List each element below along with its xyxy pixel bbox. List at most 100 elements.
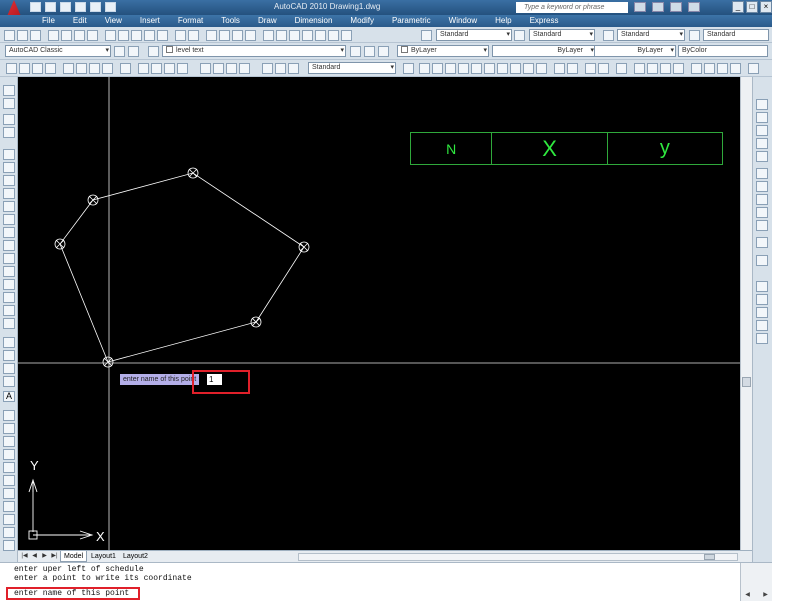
- join-icon[interactable]: [756, 181, 768, 192]
- zoom-window-icon[interactable]: [232, 30, 243, 41]
- markup-icon[interactable]: [315, 30, 326, 41]
- block-editor-icon[interactable]: [157, 30, 168, 41]
- hatch-icon[interactable]: [3, 337, 15, 348]
- pan-side-icon[interactable]: [756, 281, 768, 292]
- linetype-select[interactable]: ByLayer ▾: [492, 45, 596, 57]
- layer-select[interactable]: level text ▾: [162, 45, 346, 57]
- osnap-quadrant-icon[interactable]: [497, 63, 508, 74]
- baseline-dim-icon[interactable]: [138, 63, 149, 74]
- visual-style-icon[interactable]: [730, 63, 741, 74]
- tool-palettes-icon[interactable]: [289, 30, 300, 41]
- multiline-text-icon[interactable]: A: [3, 391, 15, 402]
- menu-file[interactable]: File: [33, 16, 64, 25]
- coordinate-schedule-table[interactable]: N X y: [410, 132, 723, 165]
- zoom-all-icon[interactable]: [756, 320, 768, 331]
- line-icon[interactable]: [3, 149, 15, 160]
- copy-object-icon[interactable]: [3, 423, 15, 434]
- rotate-icon[interactable]: [3, 488, 15, 499]
- revision-cloud-icon[interactable]: [3, 240, 15, 251]
- extend-icon[interactable]: [3, 540, 15, 551]
- open-icon[interactable]: [45, 2, 56, 12]
- view-front-icon[interactable]: [647, 63, 658, 74]
- match-properties-icon[interactable]: [144, 30, 155, 41]
- dim-style-select[interactable]: Standard ▾: [529, 29, 595, 41]
- open-file-icon[interactable]: [17, 30, 28, 41]
- osnap-perpendicular-icon[interactable]: [523, 63, 534, 74]
- save-icon[interactable]: [60, 2, 71, 12]
- center-mark-icon[interactable]: [213, 63, 224, 74]
- draw-order-icon[interactable]: [756, 99, 768, 110]
- undo-toolbar-icon[interactable]: [175, 30, 186, 41]
- ellipse-icon[interactable]: [3, 266, 15, 277]
- dimension-style-select[interactable]: Standard ▾: [308, 62, 396, 74]
- scroll-right-arrow-icon[interactable]: ▶: [761, 591, 770, 599]
- dim-break-icon[interactable]: [177, 63, 188, 74]
- properties-side-icon[interactable]: [756, 237, 768, 248]
- dim-space-icon[interactable]: [164, 63, 175, 74]
- h-scrollbar-thumb[interactable]: [704, 554, 715, 560]
- menu-modify[interactable]: Modify: [341, 16, 383, 25]
- osnap-intersection-icon[interactable]: [445, 63, 456, 74]
- menu-window[interactable]: Window: [440, 16, 486, 25]
- osnap-settings-icon[interactable]: [616, 63, 627, 74]
- make-layer-current-icon[interactable]: [350, 46, 361, 57]
- zoom-in-icon[interactable]: [756, 294, 768, 305]
- osnap-parallel-icon[interactable]: [536, 63, 547, 74]
- new-icon[interactable]: [30, 2, 41, 12]
- dim-style-manager-icon[interactable]: [403, 63, 414, 74]
- vertical-scrollbar[interactable]: [740, 77, 752, 550]
- search-input[interactable]: Type a keyword or phrase: [516, 2, 628, 13]
- lineweight-select[interactable]: ByLayer ▾: [594, 45, 676, 57]
- dim-edit-icon[interactable]: [262, 63, 273, 74]
- inspection-icon[interactable]: [226, 63, 237, 74]
- qnew-icon[interactable]: [4, 30, 15, 41]
- layer-previous-icon[interactable]: [364, 46, 375, 57]
- cut-icon[interactable]: [105, 30, 116, 41]
- copy-icon[interactable]: [118, 30, 129, 41]
- polygon-icon[interactable]: [3, 188, 15, 199]
- erase-icon[interactable]: [3, 410, 15, 421]
- tab-layout2[interactable]: Layout2: [120, 551, 151, 562]
- menu-insert[interactable]: Insert: [131, 16, 169, 25]
- plot-style-select[interactable]: ByColor: [678, 45, 768, 57]
- osnap-nearest-icon[interactable]: [585, 63, 596, 74]
- dim-text-edit-icon[interactable]: [275, 63, 286, 74]
- osnap-midpoint-icon[interactable]: [432, 63, 443, 74]
- camera-icon[interactable]: [717, 63, 728, 74]
- osnap-insert-icon[interactable]: [554, 63, 565, 74]
- make-block-icon[interactable]: [3, 305, 15, 316]
- explode-icon[interactable]: [756, 220, 768, 231]
- help-toolbar-icon[interactable]: [341, 30, 352, 41]
- menu-draw[interactable]: Draw: [249, 16, 286, 25]
- offset-icon[interactable]: [3, 449, 15, 460]
- zoom-out-icon[interactable]: [756, 307, 768, 318]
- find-icon[interactable]: [756, 255, 768, 266]
- fillet-icon[interactable]: [756, 207, 768, 218]
- color-select[interactable]: ByLayer ▾: [397, 45, 489, 57]
- orbit-icon[interactable]: [691, 63, 702, 74]
- save-file-icon[interactable]: [30, 30, 41, 41]
- send-under-icon[interactable]: [756, 151, 768, 162]
- design-center-icon[interactable]: [276, 30, 287, 41]
- menu-parametric[interactable]: Parametric: [383, 16, 440, 25]
- view-left-icon[interactable]: [660, 63, 671, 74]
- gradient-icon[interactable]: [3, 350, 15, 361]
- sheet-set-icon[interactable]: [302, 30, 313, 41]
- region-icon[interactable]: [3, 363, 15, 374]
- osnap-node-icon[interactable]: [567, 63, 578, 74]
- send-back-icon[interactable]: [756, 125, 768, 136]
- ordinate-dim-icon[interactable]: [45, 63, 56, 74]
- last-tab-arrow-icon[interactable]: ▶|: [50, 552, 59, 561]
- layer-walk-icon[interactable]: [3, 85, 15, 96]
- array-icon[interactable]: [3, 462, 15, 473]
- mirror-icon[interactable]: [3, 436, 15, 447]
- angular-dim-icon[interactable]: [102, 63, 113, 74]
- scroll-left-arrow-icon[interactable]: ◀: [743, 591, 752, 599]
- command-prompt[interactable]: enter name of this point: [14, 589, 129, 598]
- help-icon[interactable]: [688, 2, 700, 12]
- osnap-endpoint-icon[interactable]: [419, 63, 430, 74]
- ellipse-arc-icon[interactable]: [3, 279, 15, 290]
- table-style-select[interactable]: Standard ▾: [617, 29, 685, 41]
- polyline-icon[interactable]: [3, 175, 15, 186]
- arc-icon[interactable]: [3, 214, 15, 225]
